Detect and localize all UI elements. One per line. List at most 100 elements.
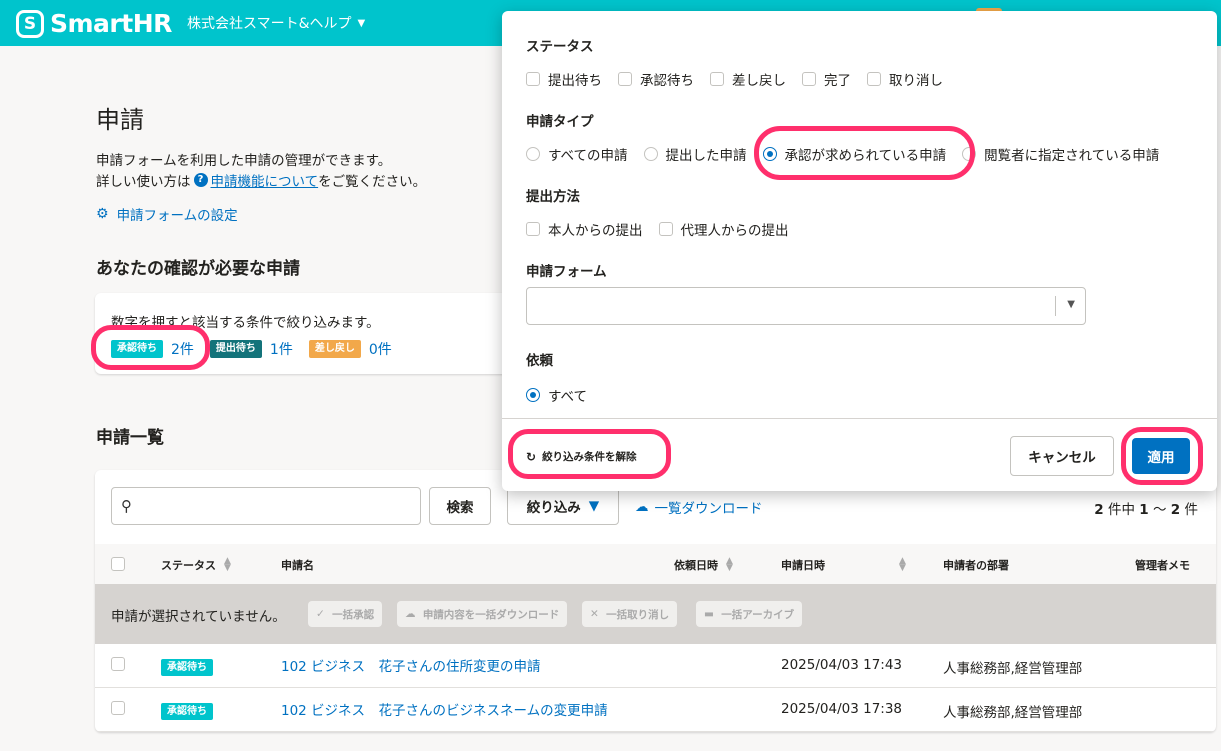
method-group-title: 提出方法 (526, 189, 580, 205)
col-department: 申請者の部署 (943, 557, 1009, 573)
status-tag-awaiting: 承認待ち (111, 340, 163, 358)
clear-filter-button[interactable]: ↻ 絞り込み条件を解除 (526, 449, 637, 464)
type-option[interactable]: すべての申請 (526, 144, 628, 164)
checkbox[interactable] (526, 72, 540, 86)
request-list-card: ⚲ 検索 絞り込み ▼ ☁ 一覧ダウンロード 2 件中 1 〜 2 件 ステータ… (95, 470, 1216, 732)
count-awaiting-link[interactable]: 2件 (171, 339, 194, 359)
pagination-summary: 2 件中 1 〜 2 件 (1094, 498, 1198, 518)
type-options: すべての申請 提出した申請 承認が求められている申請 閲覧者に指定されている申請 (526, 144, 1175, 164)
status-tag-submitted: 提出待ち (209, 340, 262, 358)
table-header: ステータス ▲ ▼ 申請名 依頼日時 ▲ ▼ 申請日時 ▲ ▼ 申請者の部署 管理者メ… (95, 544, 1216, 584)
radio[interactable] (962, 147, 977, 161)
checkbox[interactable] (802, 72, 816, 86)
caret-down-icon: ▼ (357, 17, 366, 29)
col-requested-at[interactable]: 依頼日時 ▲ ▼ (674, 557, 733, 573)
form-settings-link[interactable]: ⚙ 申請フォームの設定 (96, 204, 238, 224)
status-tag-returned: 差し戻し (308, 340, 361, 358)
paging-sep: 〜 (1148, 502, 1171, 518)
status-count-row: 承認待ち 2件 提出待ち 1件 差し戻し 0件 (111, 339, 408, 359)
paging-total: 2 (1094, 502, 1104, 518)
download-list-link[interactable]: ☁ 一覧ダウンロード (635, 497, 763, 517)
page-help-line: 詳しい使い方は ? 申請機能について をご覧ください。 (96, 170, 426, 190)
col-name-label: 申請名 (281, 559, 314, 572)
type-option-selected[interactable]: 承認が求められている申請 (762, 144, 946, 164)
confirm-instruction: 数字を押すと該当する条件で絞り込みます。 (111, 315, 380, 331)
checkbox[interactable] (526, 222, 540, 236)
search-input[interactable]: ⚲ (111, 487, 421, 525)
radio[interactable] (526, 147, 540, 161)
paging-unit: 件 (1180, 502, 1198, 518)
row-applied-at: 2025/04/03 17:43 (781, 657, 903, 673)
row-checkbox[interactable] (111, 657, 125, 671)
confirm-card: 数字を押すと該当する条件で絞り込みます。 承認待ち 2件 提出待ち 1件 差し戻… (95, 293, 515, 374)
form-group-title: 申請フォーム (526, 264, 607, 280)
checkbox[interactable] (867, 72, 881, 86)
table-row[interactable]: 承認待ち 102 ビジネス 花子さんの住所変更の申請 2025/04/03 17… (95, 644, 1216, 688)
page-description: 申請フォームを利用した申請の管理ができます。 (96, 153, 392, 169)
method-option[interactable]: 代理人からの提出 (658, 219, 789, 239)
list-section-title: 申請一覧 (96, 428, 164, 448)
radio-selected[interactable] (526, 388, 540, 402)
filter-label: 絞り込み (526, 500, 581, 516)
clear-filter-label: 絞り込み条件を解除 (542, 451, 637, 463)
logo-text: SmartHR (50, 9, 172, 38)
col-applied-at-label: 申請日時 (781, 559, 825, 572)
confirm-section-title: あなたの確認が必要な申請 (96, 259, 300, 279)
checkbox[interactable] (618, 72, 632, 86)
company-name: 株式会社スマート&ヘルプ (187, 16, 352, 32)
col-admin-memo: 管理者メモ (1135, 557, 1190, 573)
status-option[interactable]: 提出待ち (526, 69, 602, 89)
type-option[interactable]: 閲覧者に指定されている申請 (962, 144, 1159, 164)
page-title: 申請 (96, 106, 144, 134)
select-all-checkbox[interactable] (111, 557, 125, 571)
status-option[interactable]: 完了 (802, 69, 851, 89)
company-switcher[interactable]: 株式会社スマート&ヘルプ ▼ (187, 13, 365, 33)
bulk-cancel-button[interactable]: ✕ 一括取り消し (582, 601, 678, 627)
row-checkbox[interactable] (111, 701, 125, 715)
smarthr-logo[interactable]: S SmartHR (16, 9, 172, 38)
apply-button[interactable]: 適用 (1132, 438, 1190, 474)
row-request-link[interactable]: 102 ビジネス 花子さんのビジネスネームの変更申請 (281, 699, 608, 719)
checkbox[interactable] (658, 222, 673, 236)
col-status[interactable]: ステータス ▲ ▼ (161, 557, 231, 573)
filter-panel: ステータス 提出待ち 承認待ち 差し戻し 完了 取り消し 申請タイプ すべての申… (502, 11, 1217, 491)
bulk-archive-button[interactable]: ▬ 一括アーカイブ (696, 601, 803, 627)
paging-from: 1 (1139, 502, 1149, 518)
col-applied-at[interactable]: 申請日時 ▲ ▼ (781, 557, 906, 573)
bulk-approve-button[interactable]: ✓ 一括承認 (308, 601, 383, 627)
form-select[interactable]: ▼ (526, 287, 1086, 325)
radio[interactable] (643, 147, 658, 161)
col-department-label: 申請者の部署 (943, 559, 1009, 572)
row-department: 人事総務部,経営管理部 (943, 705, 1083, 721)
method-option[interactable]: 本人からの提出 (526, 219, 643, 239)
bulk-action-bar: 申請が選択されていません。 ✓ 一括承認 ☁ 申請内容を一括ダウンロード ✕ 一… (95, 584, 1216, 644)
sort-icon: ▲ ▼ (224, 556, 231, 573)
type-option[interactable]: 提出した申請 (643, 144, 747, 164)
status-option[interactable]: 承認待ち (618, 69, 694, 89)
table-row[interactable]: 承認待ち 102 ビジネス 花子さんのビジネスネームの変更申請 2025/04/… (95, 688, 1216, 732)
status-option[interactable]: 取り消し (867, 69, 943, 89)
filter-button[interactable]: 絞り込み ▼ (507, 487, 619, 525)
cancel-button[interactable]: キャンセル (1010, 436, 1114, 476)
status-option[interactable]: 差し戻し (710, 69, 786, 89)
row-request-link[interactable]: 102 ビジネス 花子さんの住所変更の申請 (281, 655, 541, 675)
row-status-tag: 承認待ち (161, 659, 213, 676)
paging-to: 2 (1170, 502, 1181, 518)
help-question-icon: ? (193, 173, 208, 187)
request-option-selected[interactable]: すべて (526, 385, 587, 405)
chevron-down-icon: ▼ (1067, 299, 1075, 310)
row-status-tag: 承認待ち (161, 703, 213, 720)
count-returned-link[interactable]: 0件 (369, 339, 392, 359)
status-options: 提出待ち 承認待ち 差し戻し 完了 取り消し (526, 69, 959, 89)
help-link[interactable]: 申請機能について (211, 170, 319, 190)
checkbox[interactable] (710, 72, 724, 86)
bulk-download-button[interactable]: ☁ 申請内容を一括ダウンロード (397, 601, 568, 627)
col-name: 申請名 (281, 557, 314, 573)
row-applied-at: 2025/04/03 17:38 (781, 701, 903, 717)
col-requested-at-label: 依頼日時 (674, 559, 718, 572)
radio-selected[interactable] (762, 147, 777, 161)
col-status-label: ステータス (161, 559, 216, 572)
count-submitted-link[interactable]: 1件 (270, 339, 293, 359)
search-button[interactable]: 検索 (429, 487, 491, 525)
form-settings-label: 申請フォームの設定 (116, 208, 238, 224)
